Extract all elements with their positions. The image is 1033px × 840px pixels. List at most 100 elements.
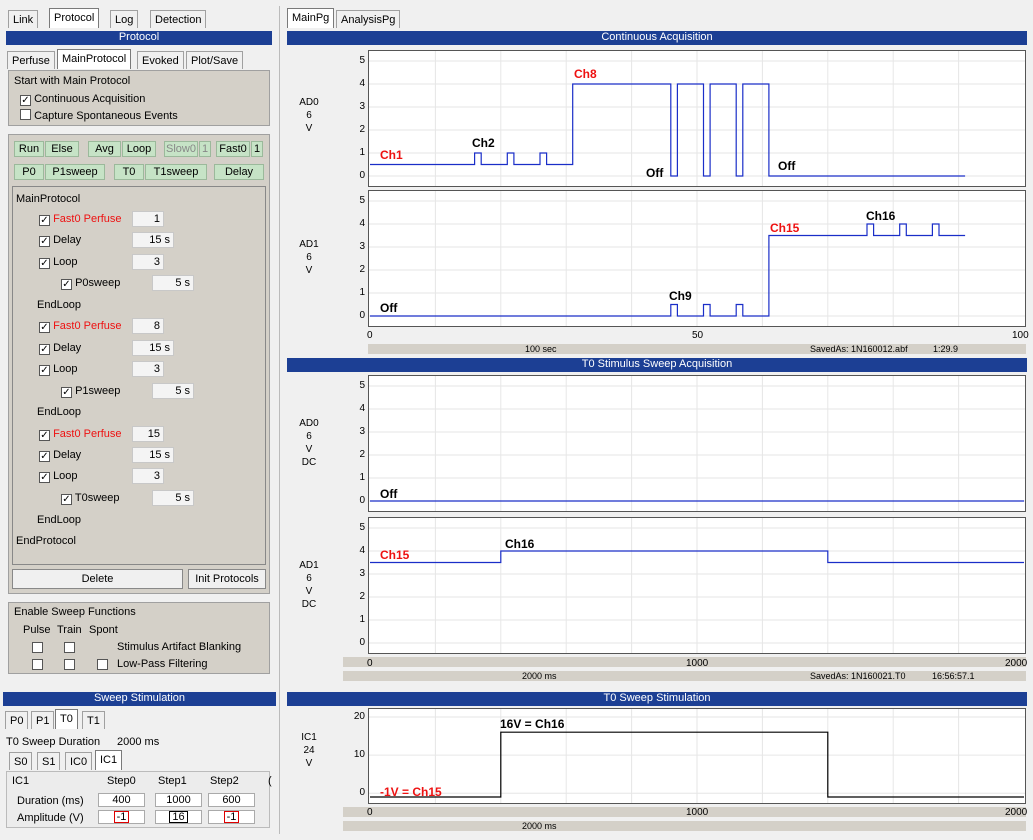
train-blanking-checkbox[interactable] [64, 642, 75, 653]
pulse-blanking-checkbox[interactable] [32, 642, 43, 653]
sweep-value-field[interactable]: 5 s [152, 383, 194, 399]
tab-t1[interactable]: T1 [82, 711, 105, 729]
tab-ic0[interactable]: IC0 [65, 752, 93, 770]
loop-value-field[interactable]: 3 [132, 468, 164, 484]
checkbox-checked[interactable]: ✓ [61, 279, 72, 290]
tree-item-sweep[interactable]: ✓ P0sweep [61, 276, 120, 290]
perfuse-value-field[interactable]: 8 [132, 318, 164, 334]
avg-button[interactable]: Avg [88, 141, 121, 157]
tab-plot-save[interactable]: Plot/Save [186, 51, 244, 69]
tab-ic1[interactable]: IC1 [95, 750, 123, 770]
tree-item-loop[interactable]: ✓ Loop [39, 469, 78, 483]
checkbox-checked[interactable]: ✓ [39, 258, 50, 269]
loop-value-field[interactable]: 3 [132, 254, 164, 270]
tree-item-loop[interactable]: ✓ Loop [39, 255, 78, 269]
tree-item-loop[interactable]: ✓ Loop [39, 362, 78, 376]
checkbox-checked[interactable]: ✓ [39, 344, 50, 355]
p0-button[interactable]: P0 [14, 164, 44, 180]
y-tick: 4 [359, 545, 365, 556]
spont-filter-checkbox[interactable] [97, 659, 108, 670]
tab-t0[interactable]: T0 [55, 709, 78, 729]
checkbox-checked[interactable]: ✓ [61, 387, 72, 398]
tree-item-sweep[interactable]: ✓ T0sweep [61, 491, 120, 505]
p1sweep-button[interactable]: P1sweep [45, 164, 105, 180]
init-protocols-button[interactable]: Init Protocols [188, 569, 266, 589]
tab-log[interactable]: Log [110, 10, 139, 28]
delay-button[interactable]: Delay [214, 164, 264, 180]
duration-step2-cell[interactable]: 600 [208, 793, 255, 807]
checkbox-checked[interactable]: ✓ [20, 95, 31, 106]
tree-item-perfuse[interactable]: ✓ Fast0 Perfuse [39, 212, 122, 226]
tab-p1[interactable]: P1 [31, 711, 55, 729]
perfuse-value-field[interactable]: 15 [132, 426, 164, 442]
delay-value-field[interactable]: 15 s [132, 232, 174, 248]
continuous-acquisition-option[interactable]: ✓ Continuous Acquisition [20, 92, 145, 106]
loop-button[interactable]: Loop [122, 141, 156, 157]
amplitude-step1-cell[interactable]: 16 [155, 810, 202, 824]
pulse-filter-checkbox[interactable] [32, 659, 43, 670]
delay-value-field[interactable]: 15 s [132, 447, 174, 463]
tree-item-perfuse[interactable]: ✓ Fast0 Perfuse [39, 319, 122, 333]
channel-range: 6 [306, 573, 312, 584]
checkbox-checked[interactable]: ✓ [39, 451, 50, 462]
sweep-value-field[interactable]: 5 s [152, 490, 194, 506]
checkbox-checked[interactable]: ✓ [39, 472, 50, 483]
amplitude-step0-cell[interactable]: -1 [98, 810, 145, 824]
train-col-label: Train [57, 624, 82, 636]
tree-item-delay[interactable]: ✓ Delay [39, 448, 81, 462]
duration-step0-cell[interactable]: 400 [98, 793, 145, 807]
checkbox-checked[interactable]: ✓ [39, 430, 50, 441]
checkbox-checked[interactable]: ✓ [61, 494, 72, 505]
checkbox-checked[interactable]: ✓ [39, 236, 50, 247]
tab-mainpg[interactable]: MainPg [287, 8, 335, 28]
train-filter-checkbox[interactable] [64, 659, 75, 670]
run-button[interactable]: Run [14, 141, 44, 157]
tree-item-sweep[interactable]: ✓ P1sweep [61, 384, 120, 398]
annotation-ch16: Ch16 [866, 209, 896, 223]
tab-s1[interactable]: S1 [37, 752, 61, 770]
t1sweep-button[interactable]: T1sweep [145, 164, 207, 180]
perfuse-value-field[interactable]: 1 [132, 211, 164, 227]
duration-step1-cell[interactable]: 1000 [155, 793, 202, 807]
checkbox-checked[interactable]: ✓ [39, 365, 50, 376]
tab-s0[interactable]: S0 [9, 752, 33, 770]
tab-link[interactable]: Link [8, 10, 39, 28]
chart-ic1-stimulation[interactable] [368, 708, 1026, 804]
tab-analysispg[interactable]: AnalysisPg [336, 10, 401, 28]
slow0-button[interactable]: Slow0 [164, 141, 198, 157]
loop-value-field[interactable]: 3 [132, 361, 164, 377]
chart-ad1-sweep[interactable] [368, 517, 1026, 654]
checkbox-unchecked[interactable] [20, 109, 31, 120]
chart-ad0-continuous[interactable] [368, 50, 1026, 187]
y-tick: 5 [359, 522, 365, 533]
delete-button[interactable]: Delete [12, 569, 183, 589]
tree-item-delay[interactable]: ✓ Delay [39, 341, 81, 355]
item-label: Loop [53, 256, 78, 268]
chart-ad1-continuous[interactable] [368, 190, 1026, 327]
amplitude-step2-cell[interactable]: -1 [208, 810, 255, 824]
checkbox-checked[interactable]: ✓ [39, 322, 50, 333]
tab-evoked[interactable]: Evoked [137, 51, 184, 69]
continuous-acquisition-header: Continuous Acquisition [287, 31, 1027, 45]
tab-protocol[interactable]: Protocol [49, 8, 100, 28]
t0-button[interactable]: T0 [114, 164, 144, 180]
else-button[interactable]: Else [45, 141, 79, 157]
tab-detection[interactable]: Detection [150, 10, 207, 28]
fast0-count[interactable]: 1 [251, 141, 263, 157]
delay-value-field[interactable]: 15 s [132, 340, 174, 356]
tree-item-delay[interactable]: ✓ Delay [39, 233, 81, 247]
tab-p0[interactable]: P0 [5, 711, 29, 729]
slow0-count[interactable]: 1 [199, 141, 211, 157]
tab-mainprotocol[interactable]: MainProtocol [57, 49, 132, 69]
tree-item-perfuse[interactable]: ✓ Fast0 Perfuse [39, 427, 122, 441]
x-tick: 0 [367, 807, 373, 818]
checkbox-checked[interactable]: ✓ [39, 215, 50, 226]
chart-ad0-sweep[interactable] [368, 375, 1026, 512]
sweep-value-field[interactable]: 5 s [152, 275, 194, 291]
channel-range: 24 [303, 745, 315, 756]
fast0-button[interactable]: Fast0 [216, 141, 250, 157]
tab-perfuse[interactable]: Perfuse [7, 51, 55, 69]
t0-acquisition-header: T0 Stimulus Sweep Acquisition [287, 358, 1027, 372]
capture-spontaneous-option[interactable]: Capture Spontaneous Events [20, 109, 178, 123]
splitter[interactable] [279, 6, 280, 834]
